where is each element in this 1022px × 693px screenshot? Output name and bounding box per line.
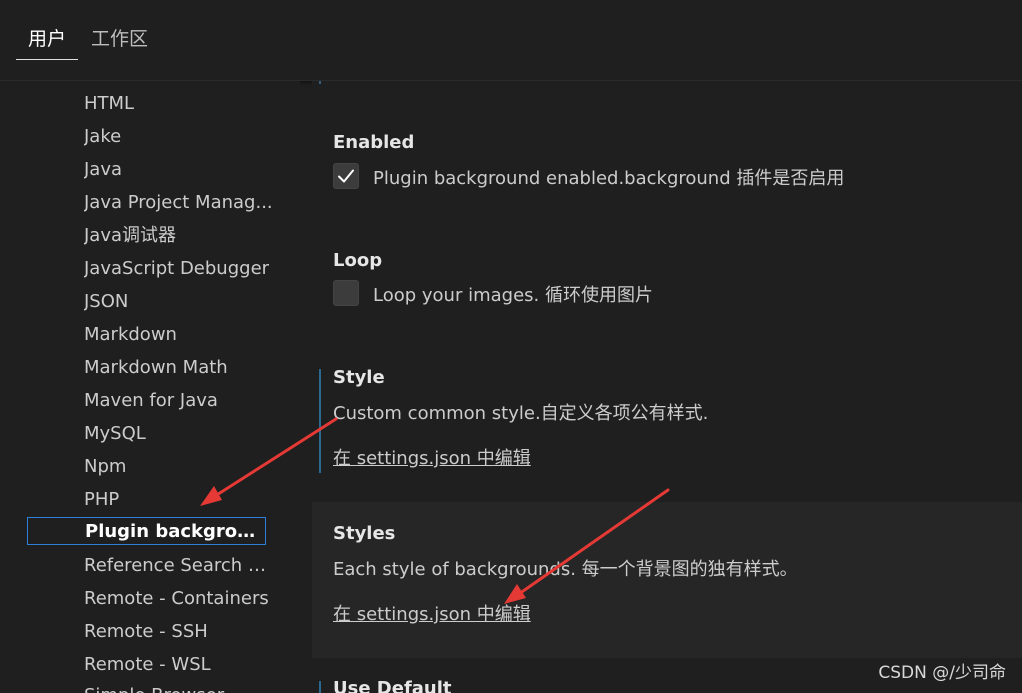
setting-title-use-default: Use Default	[333, 678, 452, 693]
sidebar-item-php[interactable]: PHP	[84, 486, 274, 514]
sidebar-item-jake[interactable]: Jake	[84, 123, 274, 151]
setting-title-loop: Loop	[333, 250, 383, 271]
sidebar-item-java-project-manager[interactable]: Java Project Manag...	[84, 189, 274, 217]
checkmark-icon	[338, 169, 354, 183]
watermark: CSDN @/少司命	[878, 663, 1006, 683]
active-tab-underline	[16, 59, 78, 60]
sidebar-item-markdown[interactable]: Markdown	[84, 321, 274, 349]
sidebar-item-reference-search-view[interactable]: Reference Search V...	[84, 552, 274, 580]
enabled-checkbox[interactable]	[333, 163, 359, 189]
setting-title-styles: Styles	[333, 523, 396, 544]
sidebar-item-markdown-math[interactable]: Markdown Math	[84, 354, 274, 382]
use-default-modified-bar	[319, 681, 321, 693]
sidebar-item-json[interactable]: JSON	[84, 288, 274, 316]
settings-editor: Enabled Plugin background enabled.backgr…	[312, 81, 1022, 693]
settings-window: 用户 工作区 HTML Jake Java Java Project Manag…	[0, 0, 1022, 693]
tab-workspace[interactable]: 工作区	[91, 24, 148, 51]
sidebar-item-html[interactable]: HTML	[84, 90, 274, 118]
setting-desc-loop: Loop your images. 循环使用图片	[373, 285, 653, 306]
setting-title-style: Style	[333, 367, 385, 388]
sidebar-item-mysql[interactable]: MySQL	[84, 420, 274, 448]
setting-desc-style: Custom common style.自定义各项公有样式.	[333, 403, 709, 424]
tab-user[interactable]: 用户	[28, 24, 66, 51]
setting-title-enabled: Enabled	[333, 132, 415, 153]
sidebar-item-javascript-debugger[interactable]: JavaScript Debugger	[84, 255, 274, 283]
sidebar-item-simple-browser[interactable]: Simple Browser	[84, 682, 274, 693]
sidebar-item-remote-wsl[interactable]: Remote - WSL	[84, 651, 274, 679]
sidebar-item-remote-ssh[interactable]: Remote - SSH	[84, 618, 274, 646]
sidebar-item-java[interactable]: Java	[84, 156, 274, 184]
sidebar-item-remote-containers[interactable]: Remote - Containers	[84, 585, 274, 613]
sidebar-item-npm[interactable]: Npm	[84, 453, 274, 481]
sidebar-item-maven-for-java[interactable]: Maven for Java	[84, 387, 274, 415]
sidebar-item-java-debugger[interactable]: Java调试器	[84, 222, 274, 250]
styles-edit-in-settings-json-link[interactable]: 在 settings.json 中编辑	[333, 600, 531, 626]
style-edit-in-settings-json-link[interactable]: 在 settings.json 中编辑	[333, 444, 531, 470]
setting-desc-enabled: Plugin background enabled.background 插件是…	[373, 168, 845, 189]
modified-indicator	[319, 81, 321, 84]
sidebar-item-plugin-background[interactable]: Plugin backgroun...	[27, 517, 266, 545]
style-modified-bar	[319, 369, 321, 473]
setting-desc-styles: Each style of backgrounds. 每一个背景图的独有样式。	[333, 559, 798, 580]
settings-tab-bar: 用户 工作区	[0, 0, 1022, 81]
setting-styles: Styles Each style of backgrounds. 每一个背景图…	[312, 502, 1022, 658]
settings-sidebar: HTML Jake Java Java Project Manag... Jav…	[0, 81, 300, 693]
loop-checkbox[interactable]	[333, 280, 359, 306]
